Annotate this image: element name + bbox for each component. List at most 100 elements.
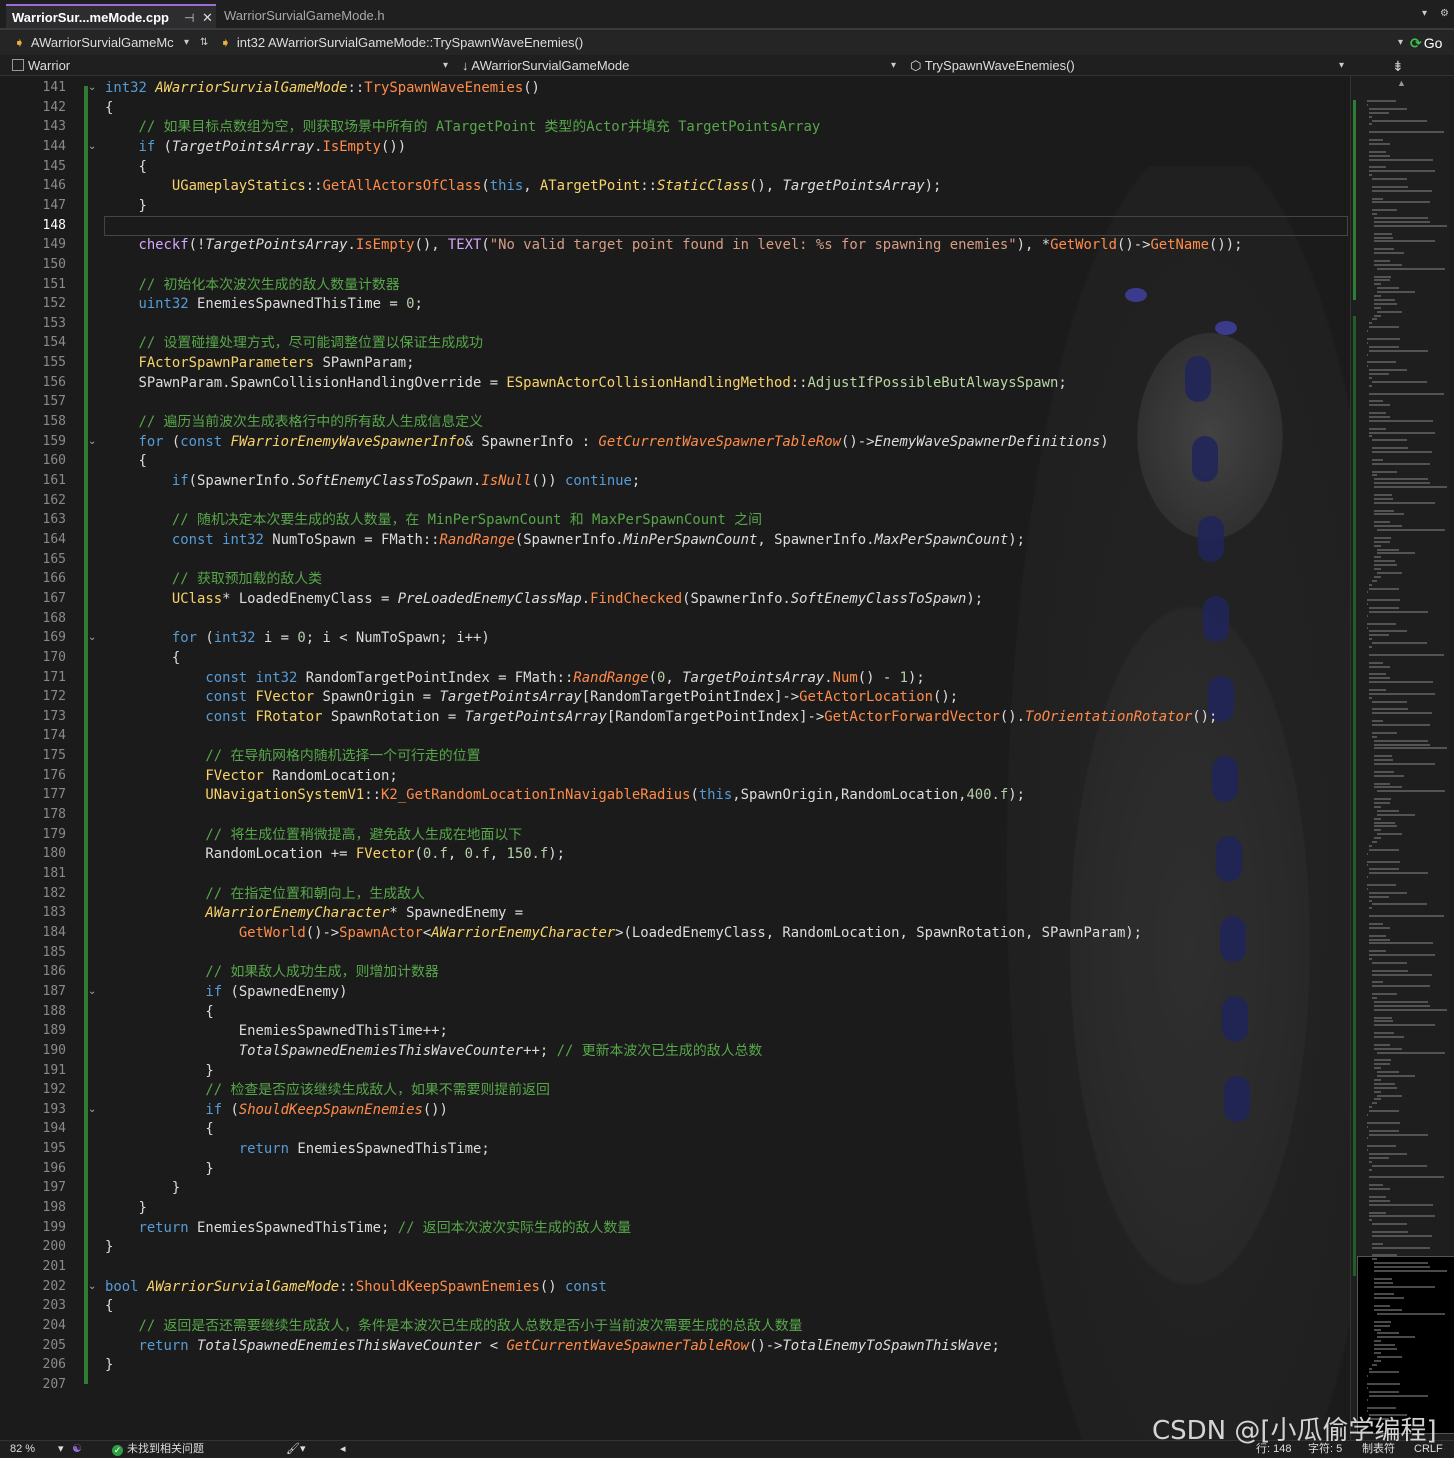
code-line[interactable]: if (ShouldKeepSpawnEnemies()) xyxy=(105,1100,448,1120)
code-line[interactable]: // 在导航网格内随机选择一个可行走的位置 xyxy=(105,746,480,766)
minimap-line xyxy=(1374,232,1393,235)
code-line[interactable]: RandomLocation += FVector(0.f, 0.f, 150.… xyxy=(105,844,565,864)
member-scope-dropdown[interactable]: ⬡ TrySpawnWaveEnemies() xyxy=(910,56,1340,76)
code-line[interactable]: const int32 RandomTargetPointIndex = FMa… xyxy=(105,668,924,688)
code-line[interactable]: FActorSpawnParameters SPawnParam; xyxy=(105,353,414,373)
code-line[interactable]: for (int32 i = 0; i < NumToSpawn; i++) xyxy=(105,628,490,648)
code-line[interactable]: // 如果目标点数组为空，则获取场景中所有的 ATargetPoint 类型的A… xyxy=(105,117,820,137)
tab-warrior-gamemode-cpp[interactable]: WarriorSur...meMode.cpp ⊣ ✕ xyxy=(6,4,216,28)
code-line[interactable]: TotalSpawnedEnemiesThisWaveCounter++; //… xyxy=(105,1041,762,1061)
code-token: // 在导航网格内随机选择一个可行走的位置 xyxy=(205,748,481,765)
minimap-line xyxy=(1374,224,1448,227)
code-line[interactable]: FVector RandomLocation; xyxy=(105,766,397,786)
code-line[interactable]: { xyxy=(105,1296,113,1316)
tab-warrior-gamemode-h[interactable]: WarriorSurvialGameMode.h xyxy=(218,4,432,28)
code-line[interactable]: } xyxy=(105,1198,146,1218)
code-cleanup-icon[interactable]: 🖌▾ xyxy=(286,1441,306,1458)
code-line[interactable]: { xyxy=(105,98,113,118)
code-line[interactable]: if (TargetPointsArray.IsEmpty()) xyxy=(105,137,406,157)
chevron-down-icon[interactable]: ▾ xyxy=(443,56,448,76)
line-number: 157 xyxy=(42,394,66,410)
fold-toggle-icon[interactable]: ⌄ xyxy=(88,628,96,648)
code-line[interactable]: { xyxy=(105,157,146,177)
chevron-down-icon[interactable]: ▾ xyxy=(1339,56,1344,76)
code-line[interactable]: // 获取预加载的敌人类 xyxy=(105,569,322,589)
code-line[interactable]: // 将生成位置稍微提高，避免敌人生成在地面以下 xyxy=(105,825,522,845)
chevron-down-icon[interactable]: ▾ xyxy=(891,56,896,76)
copilot-icon[interactable]: ☯ xyxy=(72,1441,82,1458)
code-line[interactable]: UClass* LoadedEnemyClass = PreLoadedEnem… xyxy=(105,589,983,609)
code-line[interactable]: UGameplayStatics::GetAllActorsOfClass(th… xyxy=(105,176,941,196)
code-line[interactable]: // 遍历当前波次生成表格行中的所有敌人生成信息定义 xyxy=(105,412,483,432)
fold-toggle-icon[interactable]: ⌄ xyxy=(88,982,96,1002)
chevron-down-icon[interactable]: ▾ xyxy=(1398,33,1403,53)
settings-icon[interactable]: ⚙ xyxy=(1440,8,1449,19)
fold-toggle-icon[interactable]: ⌄ xyxy=(88,1277,96,1297)
code-line[interactable]: const FRotator SpawnRotation = TargetPoi… xyxy=(105,707,1217,727)
fold-toggle-icon[interactable]: ⌄ xyxy=(88,78,96,98)
fold-toggle-icon[interactable]: ⌄ xyxy=(88,137,96,157)
chevron-down-icon[interactable]: ▾ xyxy=(184,33,189,53)
split-editor-icon[interactable]: ⇟ xyxy=(1392,56,1404,76)
pin-icon[interactable]: ⊣ xyxy=(184,6,194,30)
scroll-up-icon[interactable]: ▲ xyxy=(1397,78,1406,88)
issues-indicator[interactable]: ✓ 未找到相关问题 xyxy=(112,1441,204,1458)
code-line[interactable]: int32 AWarriorSurvialGameMode::TrySpawnW… xyxy=(105,78,540,98)
code-line[interactable]: uint32 EnemiesSpawnedThisTime = 0; xyxy=(105,294,422,314)
code-line[interactable]: return TotalSpawnedEnemiesThisWaveCounte… xyxy=(105,1336,999,1356)
code-line[interactable]: SPawnParam.SpawnCollisionHandlingOverrid… xyxy=(105,373,1066,393)
code-token: IsNull xyxy=(481,473,532,489)
code-line[interactable]: const int32 NumToSpawn = FMath::RandRang… xyxy=(105,530,1025,550)
code-line[interactable]: for (const FWarriorEnemyWaveSpawnerInfo&… xyxy=(105,432,1108,452)
code-token: RandRange xyxy=(573,669,649,686)
class-scope-dropdown[interactable]: ↓ AWarriorSurvialGameMode xyxy=(462,56,898,76)
minimap-line xyxy=(1376,548,1400,551)
class-combo[interactable]: ➧ AWarriorSurvialGameMc xyxy=(14,33,182,53)
code-line[interactable]: GetWorld()->SpawnActor<AWarriorEnemyChar… xyxy=(105,923,1142,943)
code-line[interactable]: if (SpawnedEnemy) xyxy=(105,982,347,1002)
spin-arrows-icon[interactable]: ⇅ xyxy=(200,33,208,53)
code-line[interactable]: EnemiesSpawnedThisTime++; xyxy=(105,1021,448,1041)
chevron-down-icon[interactable]: ▾ xyxy=(58,1441,64,1458)
code-line[interactable]: // 返回是否还需要继续生成敌人，条件是本波次已生成的敌人总数是否小于当前波次需… xyxy=(105,1316,802,1336)
code-line[interactable]: } xyxy=(105,1061,213,1081)
code-token: AWarriorSurvialGameMode xyxy=(155,80,348,96)
code-line[interactable]: bool AWarriorSurvialGameMode::ShouldKeep… xyxy=(105,1277,607,1297)
code-line[interactable]: // 检查是否应该继续生成敌人，如果不需要则提前返回 xyxy=(105,1080,550,1100)
code-line[interactable]: return EnemiesSpawnedThisTime; xyxy=(105,1139,490,1159)
fold-toggle-icon[interactable]: ⌄ xyxy=(88,1100,96,1120)
code-line[interactable]: // 设置碰撞处理方式，尽可能调整位置以保证生成成功 xyxy=(105,333,483,353)
code-line[interactable]: if(SpawnerInfo.SoftEnemyClassToSpawn.IsN… xyxy=(105,471,640,491)
code-line[interactable]: checkf(!TargetPointsArray.IsEmpty(), TEX… xyxy=(105,235,1242,255)
project-scope-dropdown[interactable]: Warrior xyxy=(12,56,452,76)
code-line[interactable]: // 在指定位置和朝向上，生成敌人 xyxy=(105,884,425,904)
zoom-level[interactable]: 82 % xyxy=(10,1441,35,1458)
code-minimap-scrollbar[interactable]: ▲ xyxy=(1350,76,1454,1440)
code-line[interactable]: const FVector SpawnOrigin = TargetPoints… xyxy=(105,687,958,707)
code-line[interactable]: AWarriorEnemyCharacter* SpawnedEnemy = xyxy=(105,903,523,923)
code-line[interactable]: { xyxy=(105,451,146,471)
close-icon[interactable]: ✕ xyxy=(202,6,213,30)
code-line[interactable]: } xyxy=(105,1159,213,1179)
scroll-left-icon[interactable]: ◂ xyxy=(340,1441,346,1458)
tab-overflow-icon[interactable]: ▾ xyxy=(1422,8,1427,19)
function-combo[interactable]: ➧ int32 AWarriorSurvialGameMode::TrySpawn… xyxy=(220,33,1400,53)
code-editor[interactable]: 141 142 143 144 145 146 147 148 149 150 151 152 153 1… xyxy=(0,76,1350,1440)
code-line[interactable]: { xyxy=(105,648,180,668)
code-line[interactable]: return EnemiesSpawnedThisTime; // 返回本次波次… xyxy=(105,1218,631,1238)
code-line[interactable]: } xyxy=(105,1237,113,1257)
code-line[interactable]: } xyxy=(105,1355,113,1375)
code-line[interactable]: { xyxy=(105,1119,213,1139)
code-token: TotalEnemyToSpawnThisWave xyxy=(782,1337,992,1354)
go-button[interactable]: ⟳ Go xyxy=(1410,33,1454,53)
code-line[interactable]: { xyxy=(105,1002,213,1022)
fold-toggle-icon[interactable]: ⌄ xyxy=(88,432,96,452)
code-line[interactable]: UNavigationSystemV1::K2_GetRandomLocatio… xyxy=(105,785,1025,805)
code-line[interactable]: } xyxy=(105,1178,180,1198)
code-line[interactable]: // 如果敌人成功生成，则增加计数器 xyxy=(105,962,438,982)
code-line[interactable]: // 随机决定本次要生成的敌人数量，在 MinPerSpawnCount 和 M… xyxy=(105,510,762,530)
code-text-area[interactable]: int32 AWarriorSurvialGameMode::TrySpawnW… xyxy=(105,76,1345,1440)
code-line[interactable]: // 初始化本次波次生成的敌人数量计数器 xyxy=(105,275,399,295)
code-line[interactable]: } xyxy=(105,196,146,216)
